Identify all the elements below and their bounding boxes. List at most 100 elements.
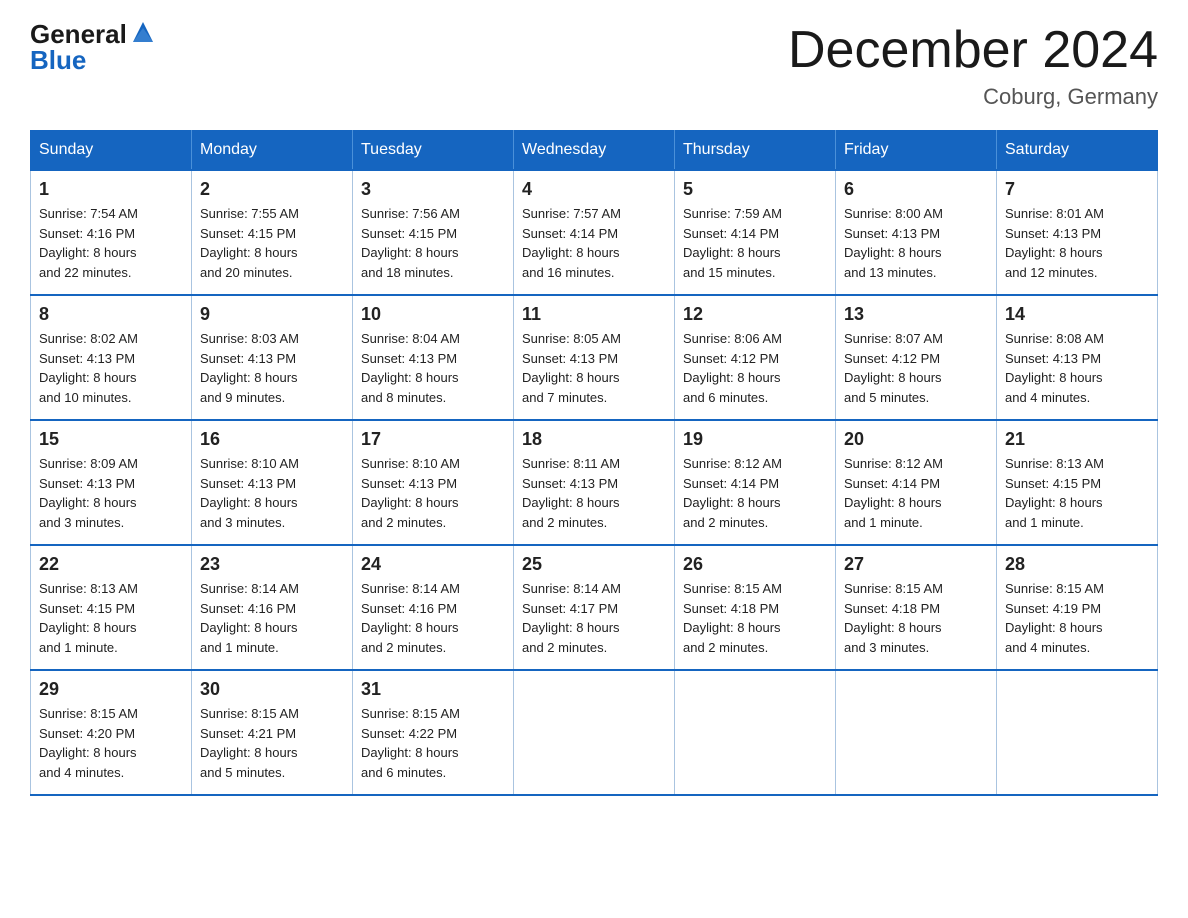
day-number: 8: [39, 304, 183, 325]
day-info: Sunrise: 8:09 AM Sunset: 4:13 PM Dayligh…: [39, 454, 183, 532]
calendar-cell: 4 Sunrise: 7:57 AM Sunset: 4:14 PM Dayli…: [514, 170, 675, 295]
weekday-header-saturday: Saturday: [997, 131, 1158, 171]
day-info: Sunrise: 7:56 AM Sunset: 4:15 PM Dayligh…: [361, 204, 505, 282]
weekday-header-friday: Friday: [836, 131, 997, 171]
day-info: Sunrise: 8:10 AM Sunset: 4:13 PM Dayligh…: [200, 454, 344, 532]
calendar-cell: 12 Sunrise: 8:06 AM Sunset: 4:12 PM Dayl…: [675, 295, 836, 420]
page-header: General Blue December 2024 Coburg, Germa…: [30, 20, 1158, 110]
calendar-table: SundayMondayTuesdayWednesdayThursdayFrid…: [30, 130, 1158, 796]
day-info: Sunrise: 7:54 AM Sunset: 4:16 PM Dayligh…: [39, 204, 183, 282]
day-number: 29: [39, 679, 183, 700]
calendar-week-row: 29 Sunrise: 8:15 AM Sunset: 4:20 PM Dayl…: [31, 670, 1158, 795]
calendar-cell: 10 Sunrise: 8:04 AM Sunset: 4:13 PM Dayl…: [353, 295, 514, 420]
page-title: December 2024: [788, 20, 1158, 80]
day-info: Sunrise: 8:01 AM Sunset: 4:13 PM Dayligh…: [1005, 204, 1149, 282]
calendar-cell: 22 Sunrise: 8:13 AM Sunset: 4:15 PM Dayl…: [31, 545, 192, 670]
page-subtitle: Coburg, Germany: [788, 84, 1158, 110]
calendar-cell: 26 Sunrise: 8:15 AM Sunset: 4:18 PM Dayl…: [675, 545, 836, 670]
title-block: December 2024 Coburg, Germany: [788, 20, 1158, 110]
day-number: 19: [683, 429, 827, 450]
logo-blue: Blue: [30, 45, 86, 76]
day-number: 21: [1005, 429, 1149, 450]
calendar-cell: 3 Sunrise: 7:56 AM Sunset: 4:15 PM Dayli…: [353, 170, 514, 295]
calendar-cell: 20 Sunrise: 8:12 AM Sunset: 4:14 PM Dayl…: [836, 420, 997, 545]
day-number: 12: [683, 304, 827, 325]
day-info: Sunrise: 7:59 AM Sunset: 4:14 PM Dayligh…: [683, 204, 827, 282]
weekday-header-monday: Monday: [192, 131, 353, 171]
calendar-cell: 29 Sunrise: 8:15 AM Sunset: 4:20 PM Dayl…: [31, 670, 192, 795]
day-info: Sunrise: 8:07 AM Sunset: 4:12 PM Dayligh…: [844, 329, 988, 407]
day-info: Sunrise: 8:06 AM Sunset: 4:12 PM Dayligh…: [683, 329, 827, 407]
day-number: 30: [200, 679, 344, 700]
day-number: 22: [39, 554, 183, 575]
day-number: 11: [522, 304, 666, 325]
calendar-cell: 9 Sunrise: 8:03 AM Sunset: 4:13 PM Dayli…: [192, 295, 353, 420]
calendar-cell: [675, 670, 836, 795]
day-number: 4: [522, 179, 666, 200]
day-number: 26: [683, 554, 827, 575]
calendar-cell: [514, 670, 675, 795]
calendar-week-row: 1 Sunrise: 7:54 AM Sunset: 4:16 PM Dayli…: [31, 170, 1158, 295]
day-number: 1: [39, 179, 183, 200]
day-info: Sunrise: 8:10 AM Sunset: 4:13 PM Dayligh…: [361, 454, 505, 532]
calendar-cell: 7 Sunrise: 8:01 AM Sunset: 4:13 PM Dayli…: [997, 170, 1158, 295]
day-info: Sunrise: 8:14 AM Sunset: 4:17 PM Dayligh…: [522, 579, 666, 657]
day-number: 2: [200, 179, 344, 200]
day-info: Sunrise: 8:12 AM Sunset: 4:14 PM Dayligh…: [844, 454, 988, 532]
day-number: 15: [39, 429, 183, 450]
calendar-header-row: SundayMondayTuesdayWednesdayThursdayFrid…: [31, 131, 1158, 171]
day-info: Sunrise: 8:13 AM Sunset: 4:15 PM Dayligh…: [1005, 454, 1149, 532]
calendar-cell: 16 Sunrise: 8:10 AM Sunset: 4:13 PM Dayl…: [192, 420, 353, 545]
calendar-week-row: 15 Sunrise: 8:09 AM Sunset: 4:13 PM Dayl…: [31, 420, 1158, 545]
calendar-cell: 27 Sunrise: 8:15 AM Sunset: 4:18 PM Dayl…: [836, 545, 997, 670]
day-number: 13: [844, 304, 988, 325]
calendar-cell: 2 Sunrise: 7:55 AM Sunset: 4:15 PM Dayli…: [192, 170, 353, 295]
day-info: Sunrise: 8:15 AM Sunset: 4:19 PM Dayligh…: [1005, 579, 1149, 657]
calendar-cell: 8 Sunrise: 8:02 AM Sunset: 4:13 PM Dayli…: [31, 295, 192, 420]
day-info: Sunrise: 8:15 AM Sunset: 4:18 PM Dayligh…: [844, 579, 988, 657]
calendar-cell: 17 Sunrise: 8:10 AM Sunset: 4:13 PM Dayl…: [353, 420, 514, 545]
calendar-week-row: 8 Sunrise: 8:02 AM Sunset: 4:13 PM Dayli…: [31, 295, 1158, 420]
day-info: Sunrise: 7:57 AM Sunset: 4:14 PM Dayligh…: [522, 204, 666, 282]
day-info: Sunrise: 8:14 AM Sunset: 4:16 PM Dayligh…: [361, 579, 505, 657]
weekday-header-sunday: Sunday: [31, 131, 192, 171]
day-info: Sunrise: 8:15 AM Sunset: 4:18 PM Dayligh…: [683, 579, 827, 657]
day-number: 3: [361, 179, 505, 200]
calendar-cell: 30 Sunrise: 8:15 AM Sunset: 4:21 PM Dayl…: [192, 670, 353, 795]
day-info: Sunrise: 8:12 AM Sunset: 4:14 PM Dayligh…: [683, 454, 827, 532]
day-number: 10: [361, 304, 505, 325]
day-number: 23: [200, 554, 344, 575]
day-number: 28: [1005, 554, 1149, 575]
day-info: Sunrise: 8:03 AM Sunset: 4:13 PM Dayligh…: [200, 329, 344, 407]
day-info: Sunrise: 8:11 AM Sunset: 4:13 PM Dayligh…: [522, 454, 666, 532]
day-number: 6: [844, 179, 988, 200]
day-number: 27: [844, 554, 988, 575]
calendar-cell: 24 Sunrise: 8:14 AM Sunset: 4:16 PM Dayl…: [353, 545, 514, 670]
calendar-cell: 28 Sunrise: 8:15 AM Sunset: 4:19 PM Dayl…: [997, 545, 1158, 670]
weekday-header-thursday: Thursday: [675, 131, 836, 171]
calendar-cell: 15 Sunrise: 8:09 AM Sunset: 4:13 PM Dayl…: [31, 420, 192, 545]
day-info: Sunrise: 8:15 AM Sunset: 4:21 PM Dayligh…: [200, 704, 344, 782]
calendar-cell: 31 Sunrise: 8:15 AM Sunset: 4:22 PM Dayl…: [353, 670, 514, 795]
weekday-header-tuesday: Tuesday: [353, 131, 514, 171]
day-number: 20: [844, 429, 988, 450]
logo-triangle-icon: [129, 18, 157, 46]
day-number: 16: [200, 429, 344, 450]
calendar-cell: 18 Sunrise: 8:11 AM Sunset: 4:13 PM Dayl…: [514, 420, 675, 545]
day-info: Sunrise: 7:55 AM Sunset: 4:15 PM Dayligh…: [200, 204, 344, 282]
calendar-cell: 1 Sunrise: 7:54 AM Sunset: 4:16 PM Dayli…: [31, 170, 192, 295]
day-info: Sunrise: 8:05 AM Sunset: 4:13 PM Dayligh…: [522, 329, 666, 407]
day-number: 5: [683, 179, 827, 200]
day-info: Sunrise: 8:02 AM Sunset: 4:13 PM Dayligh…: [39, 329, 183, 407]
day-number: 31: [361, 679, 505, 700]
calendar-cell: [836, 670, 997, 795]
day-info: Sunrise: 8:08 AM Sunset: 4:13 PM Dayligh…: [1005, 329, 1149, 407]
day-info: Sunrise: 8:15 AM Sunset: 4:22 PM Dayligh…: [361, 704, 505, 782]
calendar-week-row: 22 Sunrise: 8:13 AM Sunset: 4:15 PM Dayl…: [31, 545, 1158, 670]
day-number: 14: [1005, 304, 1149, 325]
calendar-cell: 25 Sunrise: 8:14 AM Sunset: 4:17 PM Dayl…: [514, 545, 675, 670]
day-info: Sunrise: 8:00 AM Sunset: 4:13 PM Dayligh…: [844, 204, 988, 282]
calendar-cell: 23 Sunrise: 8:14 AM Sunset: 4:16 PM Dayl…: [192, 545, 353, 670]
day-number: 18: [522, 429, 666, 450]
calendar-cell: 19 Sunrise: 8:12 AM Sunset: 4:14 PM Dayl…: [675, 420, 836, 545]
